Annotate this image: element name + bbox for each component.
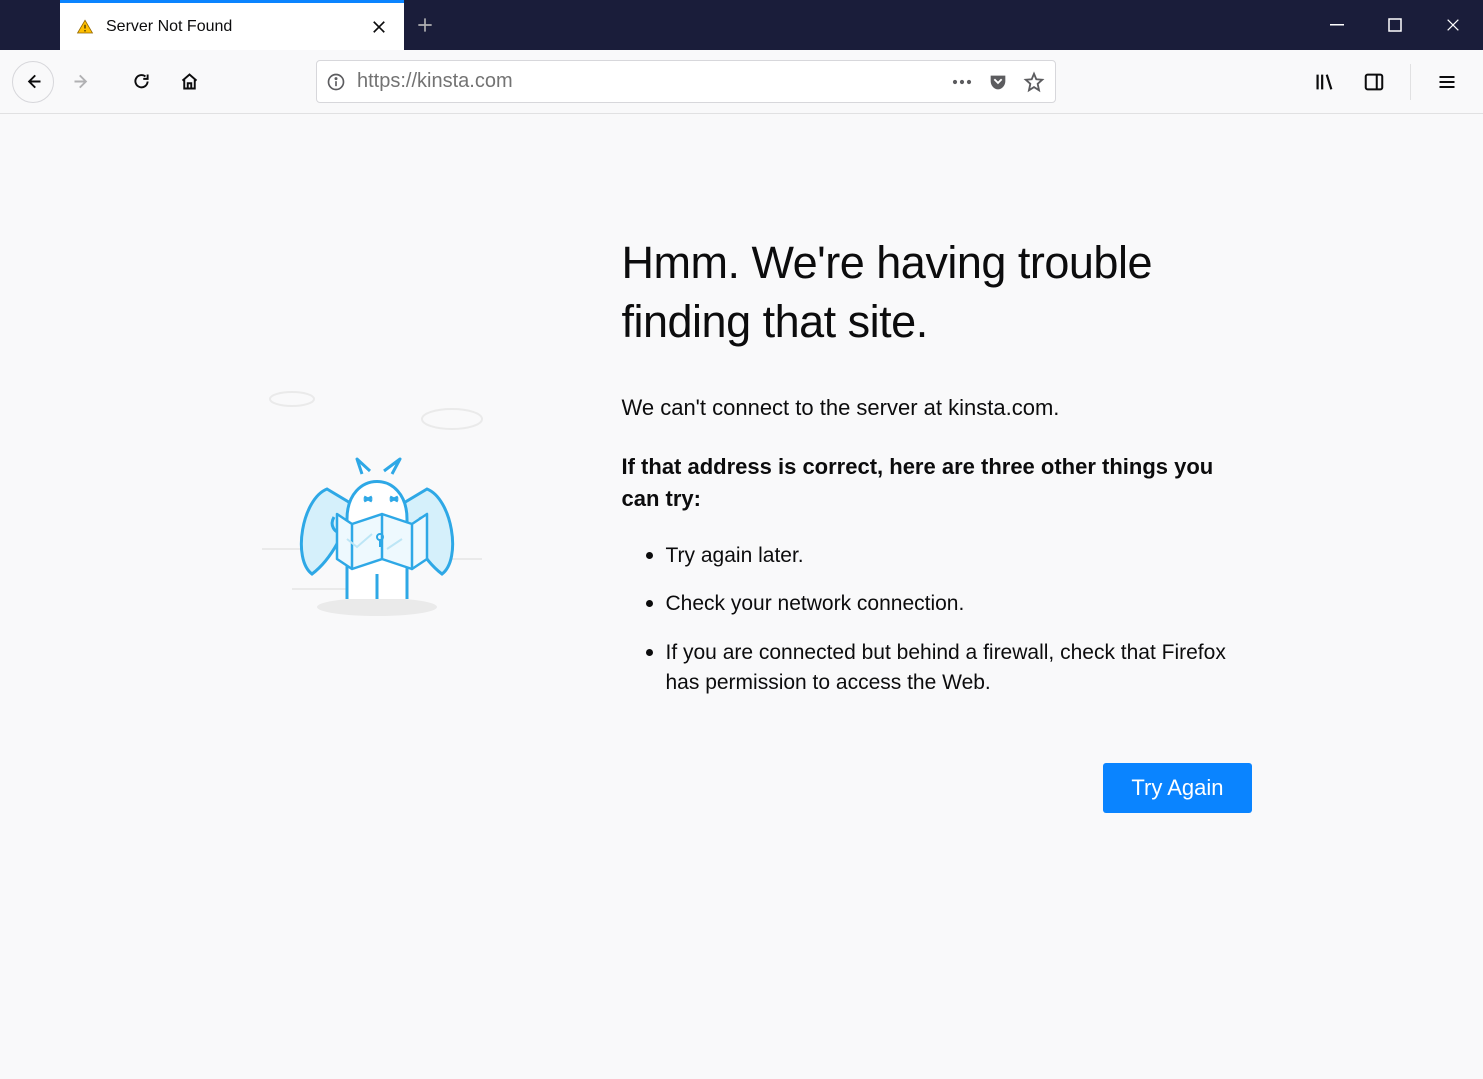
titlebar: Server Not Found — [0, 0, 1483, 50]
pocket-icon[interactable] — [985, 69, 1011, 95]
error-illustration-column — [232, 234, 562, 624]
new-tab-button[interactable] — [404, 0, 446, 50]
error-heading: Hmm. We're having trouble finding that s… — [622, 234, 1252, 351]
active-tab[interactable]: Server Not Found — [60, 0, 404, 50]
page-content: Hmm. We're having trouble finding that s… — [0, 114, 1483, 1079]
error-page: Hmm. We're having trouble finding that s… — [167, 234, 1317, 813]
error-tip-item: Check your network connection. — [666, 587, 1252, 619]
tab-title: Server Not Found — [106, 18, 358, 36]
error-text-column: Hmm. We're having trouble finding that s… — [622, 234, 1252, 813]
library-icon[interactable] — [1304, 62, 1344, 102]
forward-button[interactable] — [60, 61, 102, 103]
urlbar-actions — [949, 69, 1047, 95]
sidebar-icon[interactable] — [1354, 62, 1394, 102]
bookmark-star-icon[interactable] — [1021, 69, 1047, 95]
url-input[interactable] — [357, 70, 939, 93]
toolbar-right — [1304, 62, 1471, 102]
close-tab-icon[interactable] — [370, 18, 388, 36]
error-long-description: If that address is correct, here are thr… — [622, 451, 1252, 515]
error-illustration — [252, 389, 512, 619]
window-minimize-button[interactable] — [1317, 1, 1357, 49]
error-tip-item: Try again later. — [666, 539, 1252, 571]
error-short-description: We can't connect to the server at kinsta… — [622, 395, 1252, 421]
navigation-toolbar — [0, 50, 1483, 114]
error-tips-list: Try again later. Check your network conn… — [622, 539, 1252, 699]
error-tip-item: If you are connected but behind a firewa… — [666, 636, 1252, 699]
site-info-icon[interactable] — [325, 71, 347, 93]
toolbar-divider — [1410, 64, 1411, 100]
tabs-row: Server Not Found — [0, 0, 1317, 50]
reload-button[interactable] — [120, 61, 162, 103]
error-button-row: Try Again — [622, 763, 1252, 813]
home-button[interactable] — [168, 61, 210, 103]
page-action-menu-icon[interactable] — [949, 69, 975, 95]
window-close-button[interactable] — [1433, 1, 1473, 49]
window-controls — [1317, 0, 1483, 50]
url-bar[interactable] — [316, 60, 1056, 103]
try-again-button[interactable]: Try Again — [1103, 763, 1251, 813]
back-button[interactable] — [12, 61, 54, 103]
window-maximize-button[interactable] — [1375, 1, 1415, 49]
warning-icon — [76, 18, 94, 36]
hamburger-menu-icon[interactable] — [1427, 62, 1467, 102]
